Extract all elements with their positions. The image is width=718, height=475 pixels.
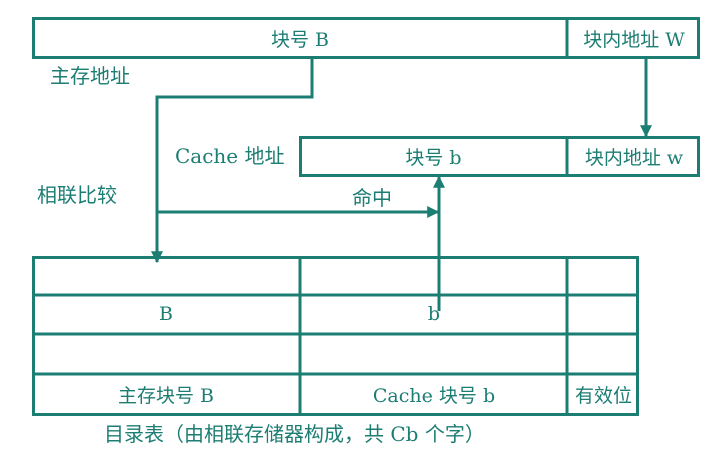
compare-arrow bbox=[151, 59, 314, 264]
connection-lines bbox=[32, 17, 652, 416]
